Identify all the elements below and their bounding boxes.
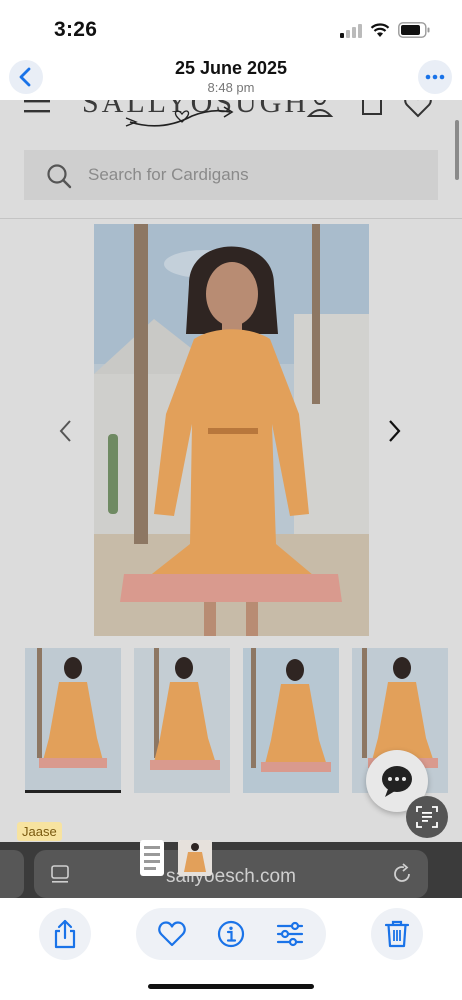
delete-button[interactable] [371, 908, 423, 960]
sliders-icon[interactable] [276, 921, 304, 947]
text-scan-icon [416, 806, 438, 828]
more-button[interactable] [418, 60, 452, 94]
shopping-bag-icon[interactable] [360, 100, 384, 116]
photos-toolbar [0, 898, 462, 1000]
photo-date: 25 June 2025 [174, 58, 288, 78]
thumbnail-3[interactable] [243, 648, 339, 793]
wifi-icon [370, 23, 390, 37]
scrollbar[interactable] [455, 120, 459, 180]
dress-model-photo [94, 224, 369, 636]
status-time: 3:26 [54, 18, 98, 41]
thumbnail-photo [25, 648, 121, 793]
next-image-arrow-icon[interactable] [386, 418, 402, 444]
photo-actions-group [136, 908, 326, 960]
previous-tab-pill[interactable] [0, 850, 24, 898]
battery-icon [398, 22, 430, 38]
url-text: sallyoesch.com [166, 866, 296, 887]
arrow-heart-logo-icon [125, 106, 234, 127]
site-header: SALLYOSUGH Search for Cardigans [0, 100, 462, 218]
thumbnail-2[interactable] [134, 648, 230, 793]
search-bar[interactable]: Search for Cardigans [24, 150, 438, 200]
share-button[interactable] [39, 908, 91, 960]
live-text-button[interactable] [406, 796, 448, 838]
screenshot-content: SALLYOSUGH Search for Cardigans Jaase sa… [0, 100, 462, 898]
chat-bubble-icon [382, 766, 412, 797]
trash-icon [385, 920, 409, 948]
search-icon [47, 164, 72, 189]
info-icon[interactable] [217, 920, 245, 948]
product-main-image[interactable] [94, 224, 369, 636]
header-divider [0, 218, 462, 219]
previous-image-arrow-icon[interactable] [58, 418, 74, 444]
thumbnail-photo [243, 648, 339, 793]
product-preview-icon [178, 840, 212, 876]
photos-header: 25 June 2025 8:48 pm [0, 54, 462, 100]
cellular-signal-icon [340, 24, 362, 38]
search-input[interactable]: Search for Cardigans [88, 165, 249, 185]
reload-icon[interactable] [390, 862, 414, 886]
share-icon [54, 919, 76, 949]
thumbnail-1[interactable] [25, 648, 121, 793]
site-logo[interactable]: SALLYOSUGH [82, 100, 306, 142]
address-bar[interactable]: sallyoesch.com [34, 850, 428, 898]
tab-preview-list[interactable] [140, 840, 164, 876]
list-preview-icon [144, 846, 160, 870]
hamburger-menu-icon[interactable] [24, 100, 50, 114]
wishlist-heart-icon[interactable] [402, 100, 434, 118]
thumbnail-photo [134, 648, 230, 793]
tab-preview-product[interactable] [178, 840, 212, 876]
browser-url-bar: sallyoesch.com [0, 840, 462, 898]
status-bar: 3:26 [0, 0, 462, 58]
account-icon[interactable] [306, 100, 334, 118]
heart-icon[interactable] [158, 921, 186, 947]
ellipsis-icon [425, 74, 445, 80]
photo-time: 8:48 pm [207, 80, 255, 95]
home-indicator[interactable] [148, 984, 314, 989]
name-tag: Jaase [17, 822, 62, 841]
